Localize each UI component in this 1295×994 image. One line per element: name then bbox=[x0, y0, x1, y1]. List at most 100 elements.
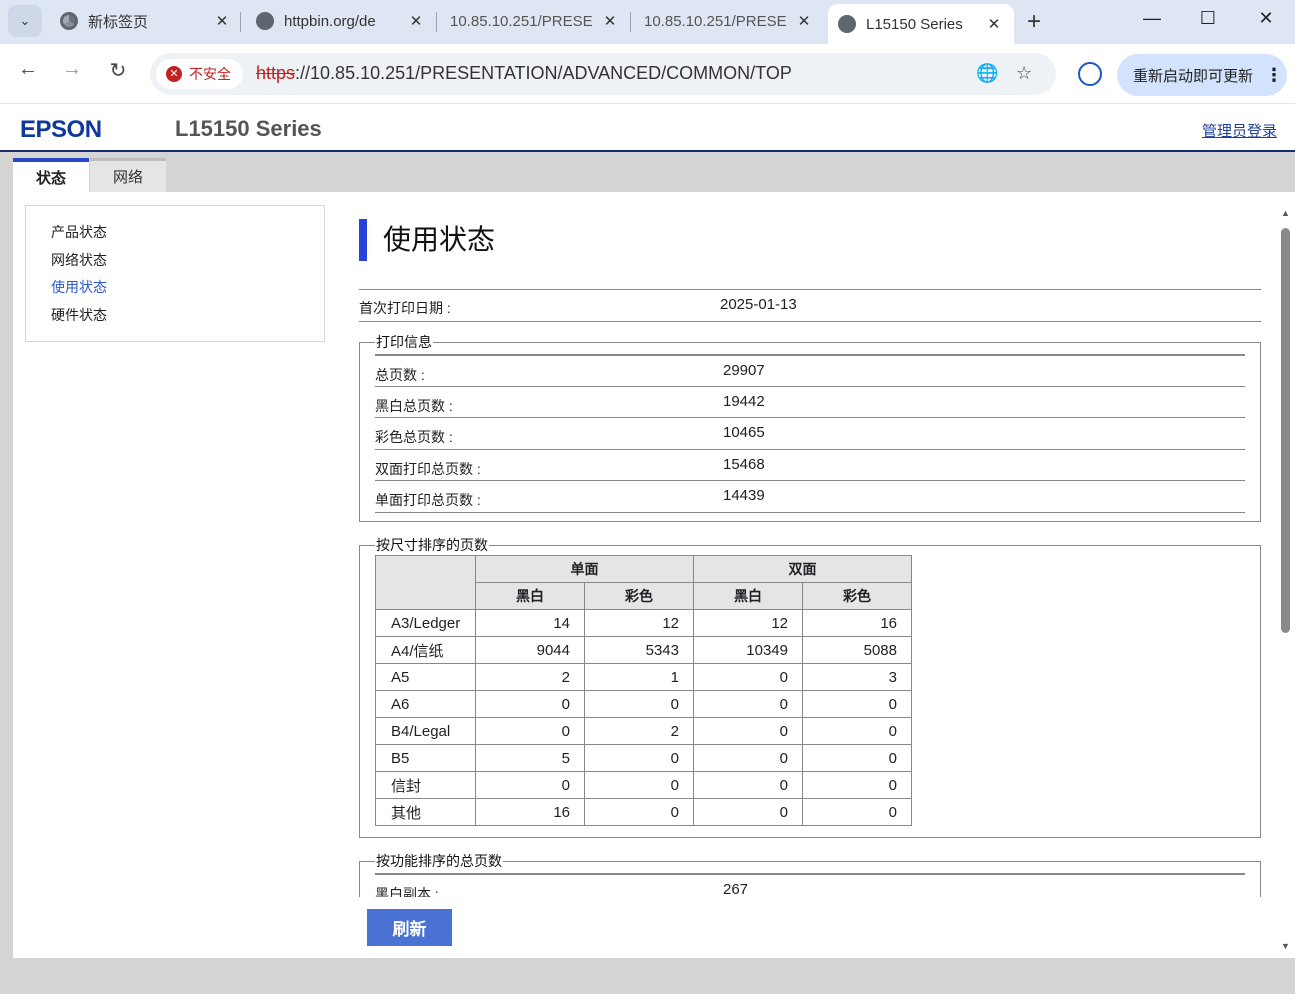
size-cell: 信封 bbox=[375, 771, 476, 799]
column-header: 彩色 bbox=[584, 582, 694, 610]
translate-icon[interactable]: 🌐 bbox=[976, 63, 998, 84]
forward-icon[interactable]: → bbox=[57, 58, 87, 81]
first-print-value: 2025-01-13 bbox=[720, 296, 797, 313]
footer-bar bbox=[0, 958, 1295, 994]
row-label: 黑白副本 : bbox=[375, 886, 439, 897]
print-info-list: 总页数 : 29907 黑白总页数 : 19442 彩色总页数 : 10465 … bbox=[375, 354, 1245, 513]
size-cell: A5 bbox=[375, 663, 476, 691]
list-item: 单面打印总页数 : 14439 bbox=[375, 481, 1245, 513]
reload-icon[interactable]: ↻ bbox=[103, 58, 133, 83]
close-icon[interactable]: ✕ bbox=[984, 15, 1004, 33]
first-print-label: 首次打印日期 : bbox=[359, 300, 451, 316]
column-header: 黑白 bbox=[693, 582, 803, 610]
update-button[interactable]: 重新启动即可更新 ⋮ bbox=[1117, 54, 1287, 96]
sidebar-item-hardware-status[interactable]: 硬件状态 bbox=[51, 305, 324, 333]
value-cell: 14 bbox=[475, 609, 585, 637]
table-row: 其他 16 0 0 0 bbox=[375, 798, 912, 826]
size-cell: A3/Ledger bbox=[375, 609, 476, 637]
admin-login-link[interactable]: 管理员登录 bbox=[1202, 120, 1277, 141]
close-icon[interactable]: ✕ bbox=[600, 12, 620, 30]
function-pages-group: 按功能排序的总页数 黑白副本 : 267 bbox=[359, 851, 1261, 897]
tab-divider bbox=[436, 12, 437, 32]
value-cell: 0 bbox=[693, 717, 803, 745]
warning-icon: ✕ bbox=[166, 66, 182, 82]
address-bar[interactable]: ✕ 不安全 https://10.85.10.251/PRESENTATION/… bbox=[150, 53, 1056, 95]
scroll-up-icon[interactable]: ▲ bbox=[1281, 208, 1290, 218]
table-row: B4/Legal 0 2 0 0 bbox=[375, 717, 912, 745]
minimize-icon[interactable]: — bbox=[1132, 8, 1172, 29]
window-close-icon[interactable]: ✕ bbox=[1246, 8, 1286, 29]
new-tab-icon[interactable]: + bbox=[1027, 8, 1041, 36]
list-item: 黑白副本 : 267 bbox=[375, 874, 1245, 897]
close-icon[interactable]: ✕ bbox=[794, 12, 814, 30]
size-cell: 其他 bbox=[375, 798, 476, 826]
value-cell: 5343 bbox=[584, 636, 694, 664]
main-tabs: 状态 网络 bbox=[0, 152, 1295, 192]
row-label: 总页数 : bbox=[375, 367, 425, 383]
list-item: 双面打印总页数 : 15468 bbox=[375, 450, 1245, 482]
url-text[interactable]: https://10.85.10.251/PRESENTATION/ADVANC… bbox=[256, 63, 792, 84]
tab-status[interactable]: 状态 bbox=[13, 158, 89, 192]
content-area: 产品状态 网络状态 使用状态 硬件状态 使用状态 首次打印日期 : 2025-0… bbox=[13, 192, 1295, 958]
maximize-icon[interactable]: ☐ bbox=[1188, 8, 1228, 29]
column-group-header: 单面 bbox=[475, 555, 694, 583]
globe-icon bbox=[838, 15, 856, 33]
tab-search-button[interactable]: ⌄ bbox=[8, 5, 42, 37]
sidebar-item-usage-status[interactable]: 使用状态 bbox=[51, 277, 324, 305]
browser-tab-3[interactable]: 10.85.10.251/PRESE ✕ bbox=[450, 5, 620, 37]
row-value: 19442 bbox=[723, 392, 765, 410]
row-label: 黑白总页数 : bbox=[375, 397, 453, 414]
value-cell: 0 bbox=[693, 663, 803, 691]
globe-icon bbox=[256, 12, 274, 30]
scrollbar[interactable]: ▲ ▼ bbox=[1277, 208, 1295, 953]
browser-tab-2[interactable]: httpbin.org/de ✕ bbox=[256, 5, 426, 37]
url-path: ://10.85.10.251/PRESENTATION/ADVANCED/CO… bbox=[295, 63, 792, 83]
row-label: 彩色总页数 : bbox=[375, 429, 453, 446]
browser-tab-title: 10.85.10.251/PRESE bbox=[644, 12, 787, 30]
size-cell: B4/Legal bbox=[375, 717, 476, 745]
value-cell: 2 bbox=[475, 663, 585, 691]
sidebar-item-network-status[interactable]: 网络状态 bbox=[51, 250, 324, 278]
tab-network[interactable]: 网络 bbox=[90, 158, 166, 192]
value-cell: 0 bbox=[584, 690, 694, 718]
browser-toolbar: ← → ↻ ✕ 不安全 https://10.85.10.251/PRESENT… bbox=[0, 44, 1295, 104]
table-row: A6 0 0 0 0 bbox=[375, 690, 912, 718]
row-value: 15468 bbox=[723, 455, 765, 473]
table-row: A4/信纸 9044 5343 10349 5088 bbox=[375, 636, 912, 664]
security-chip[interactable]: ✕ 不安全 bbox=[156, 59, 243, 89]
table-corner bbox=[375, 555, 476, 610]
scroll-down-icon[interactable]: ▼ bbox=[1281, 941, 1290, 951]
profile-icon[interactable] bbox=[1078, 62, 1102, 86]
epson-logo: EPSON bbox=[20, 116, 102, 143]
close-icon[interactable]: ✕ bbox=[406, 12, 426, 30]
sidebar: 产品状态 网络状态 使用状态 硬件状态 bbox=[25, 205, 325, 342]
table-row: B5 5 0 0 0 bbox=[375, 744, 912, 772]
close-icon[interactable]: ✕ bbox=[212, 12, 232, 30]
main-panel: 使用状态 首次打印日期 : 2025-01-13 打印信息 总页数 : 2990… bbox=[359, 192, 1261, 897]
sidebar-item-product-status[interactable]: 产品状态 bbox=[51, 222, 324, 250]
value-cell: 0 bbox=[584, 744, 694, 772]
value-cell: 5 bbox=[475, 744, 585, 772]
browser-tab-active[interactable]: L15150 Series ✕ bbox=[828, 4, 1014, 44]
browser-tab-title: L15150 Series bbox=[866, 15, 963, 33]
value-cell: 0 bbox=[802, 798, 912, 826]
value-cell: 0 bbox=[693, 771, 803, 799]
value-cell: 0 bbox=[693, 744, 803, 772]
refresh-button[interactable]: 刷新 bbox=[367, 909, 452, 946]
back-icon[interactable]: ← bbox=[13, 58, 43, 81]
bookmark-star-icon[interactable]: ☆ bbox=[1016, 63, 1032, 84]
table-row: A5 2 1 0 3 bbox=[375, 663, 912, 691]
list-item: 彩色总页数 : 10465 bbox=[375, 418, 1245, 450]
value-cell: 16 bbox=[802, 609, 912, 637]
value-cell: 0 bbox=[475, 690, 585, 718]
browser-tab-1[interactable]: 新标签页 ✕ bbox=[60, 5, 232, 37]
scrollbar-thumb[interactable] bbox=[1281, 228, 1290, 633]
value-cell: 2 bbox=[584, 717, 694, 745]
tab-divider bbox=[630, 12, 631, 32]
row-value: 10465 bbox=[723, 424, 765, 442]
value-cell: 0 bbox=[693, 798, 803, 826]
browser-tab-4[interactable]: 10.85.10.251/PRESE ✕ bbox=[644, 5, 814, 37]
row-label: 单面打印总页数 : bbox=[375, 492, 481, 509]
printer-model: L15150 Series bbox=[175, 116, 322, 141]
list-item: 总页数 : 29907 bbox=[375, 355, 1245, 387]
